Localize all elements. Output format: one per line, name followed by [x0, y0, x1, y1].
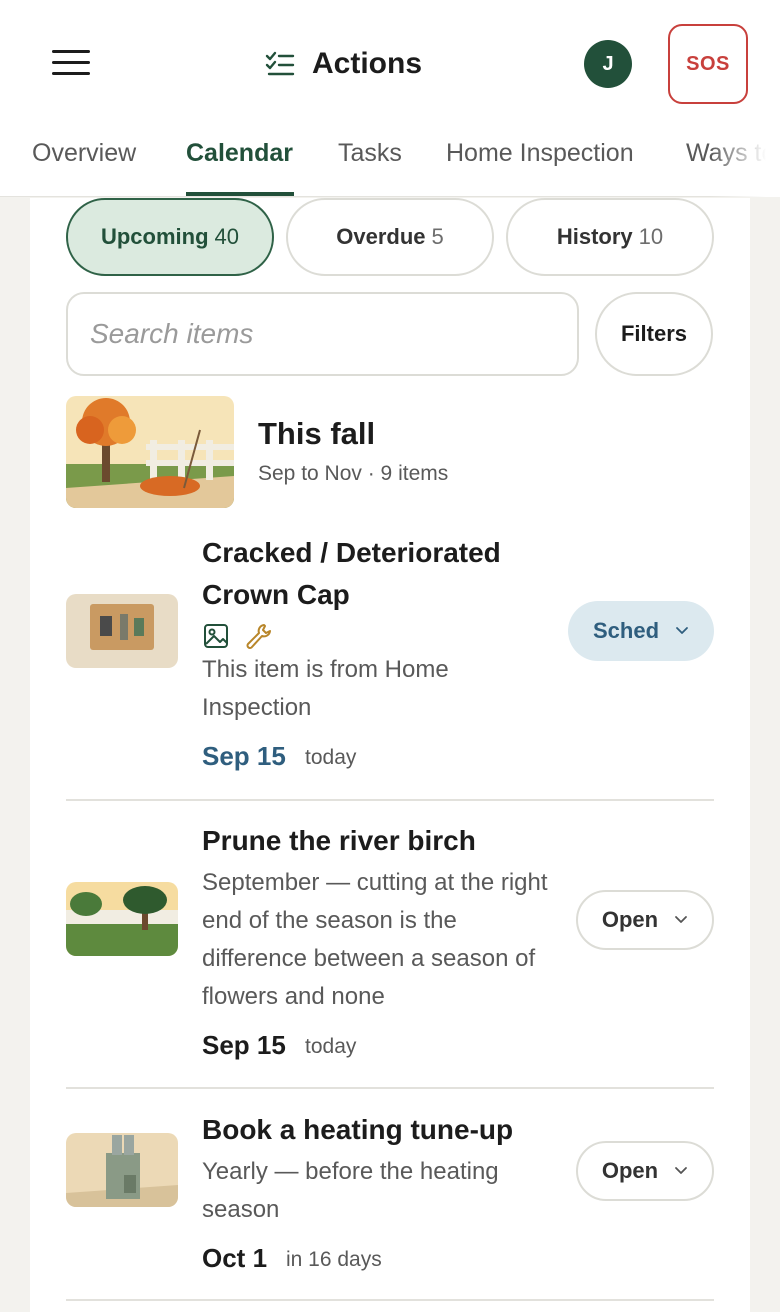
- item-badges: [202, 622, 272, 650]
- app-header: Actions J SOS Overview Calendar Tasks Ho…: [0, 0, 780, 197]
- item-date: Sep 15: [202, 741, 286, 771]
- chevron-down-icon: [675, 1167, 688, 1174]
- tab-tasks[interactable]: Tasks: [338, 139, 402, 168]
- item-description: September — cutting at the right end of …: [202, 869, 548, 1010]
- pill-count: 10: [638, 224, 664, 249]
- status-label: Open: [601, 907, 659, 932]
- filter-pill-overdue[interactable]: Overdue 5: [286, 198, 494, 276]
- item-relative-date: today: [305, 1035, 357, 1058]
- chevron-down-icon: [676, 627, 688, 634]
- image-icon: [204, 624, 228, 648]
- item-title[interactable]: Book a heating tune-up: [202, 1109, 552, 1151]
- chevron-down-icon: [675, 916, 688, 923]
- item-divider: [66, 1087, 714, 1089]
- tab-calendar[interactable]: Calendar: [186, 139, 293, 168]
- birch-tree-thumbnail: [66, 882, 178, 956]
- status-dropdown-open[interactable]: Open: [576, 1141, 714, 1201]
- status-label: Open: [601, 1158, 659, 1183]
- active-tab-indicator: [186, 192, 294, 196]
- item-relative-date: today: [305, 746, 357, 769]
- item-date: Oct 1: [202, 1243, 268, 1273]
- item-title[interactable]: Prune the river birch: [202, 820, 552, 862]
- pill-label: History: [556, 224, 633, 249]
- item-date: Sep 15: [202, 1030, 286, 1060]
- furnace-thumbnail: [66, 1133, 178, 1207]
- item-relative-date: in 16 days: [286, 1248, 382, 1271]
- tab-home-inspection[interactable]: Home Inspection: [446, 139, 634, 168]
- filter-pill-upcoming[interactable]: Upcoming 40: [66, 198, 274, 276]
- pill-count: 5: [431, 224, 444, 249]
- pegboard-tools-thumbnail: [66, 594, 178, 668]
- pill-label: Upcoming: [100, 224, 209, 249]
- search-input[interactable]: [66, 292, 579, 376]
- page-title-group: Actions: [264, 44, 422, 84]
- filter-pill-history[interactable]: History 10: [506, 198, 714, 276]
- item-description: This item is from Home Inspection: [202, 656, 449, 721]
- status-label: Sched: [592, 618, 660, 643]
- checklist-icon: [265, 51, 295, 76]
- filters-button[interactable]: Filters: [595, 292, 713, 376]
- tab-bar: Overview Calendar Tasks Home Inspection …: [0, 125, 780, 197]
- item-title[interactable]: Cracked / Deteriorated Crown Cap: [202, 532, 552, 616]
- user-avatar[interactable]: J: [584, 40, 632, 88]
- pill-label: Overdue: [336, 224, 426, 249]
- tabs-overflow-fade: [710, 125, 780, 197]
- page-title: Actions: [312, 47, 423, 80]
- item-divider: [66, 799, 714, 801]
- hamburger-menu-icon[interactable]: [52, 48, 92, 78]
- season-subtitle: Sep to Nov · 9 items: [258, 462, 449, 485]
- season-title: This fall: [258, 416, 376, 451]
- status-dropdown-sched[interactable]: Sched: [568, 601, 714, 661]
- sos-button[interactable]: SOS: [668, 24, 748, 104]
- item-description: Yearly — before the heating season: [202, 1158, 499, 1223]
- item-divider: [66, 1299, 714, 1301]
- fall-season-illustration: [66, 396, 234, 508]
- status-dropdown-open[interactable]: Open: [576, 890, 714, 950]
- tab-overview[interactable]: Overview: [32, 139, 136, 168]
- pill-count: 40: [214, 224, 240, 249]
- wrench-icon: [246, 624, 271, 649]
